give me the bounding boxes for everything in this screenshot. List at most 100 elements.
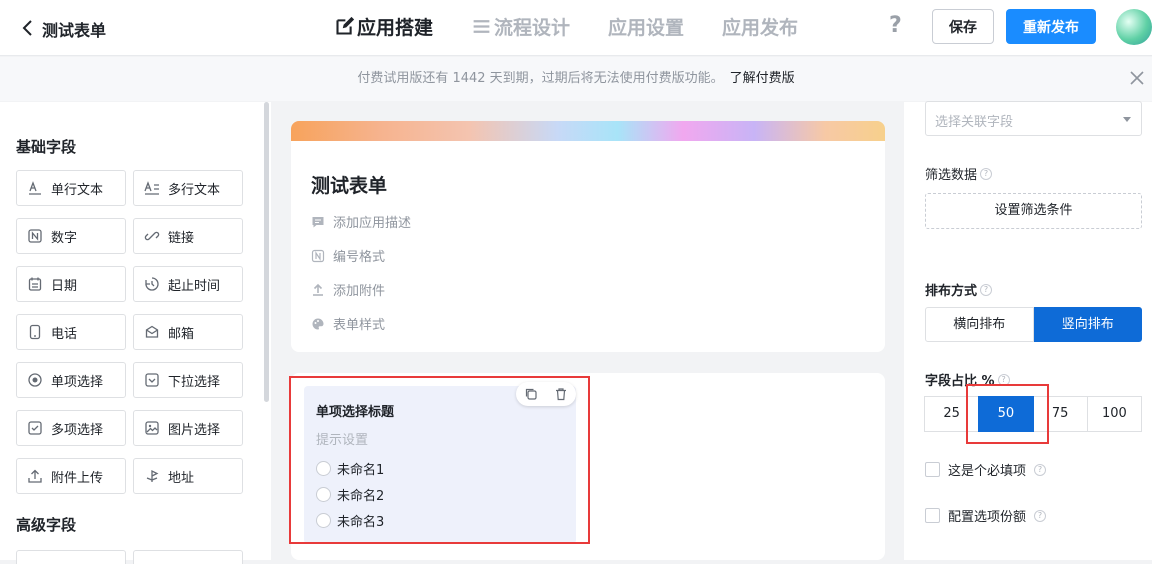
help-icon[interactable]: ? bbox=[1034, 509, 1047, 522]
upload-icon bbox=[28, 469, 42, 483]
field-single-line-text[interactable]: 单行文本 bbox=[16, 170, 126, 206]
main-tabs: 应用搭建 流程设计 应用设置 应用发布 bbox=[334, 13, 798, 40]
field-label: 附件上传 bbox=[51, 470, 104, 486]
field-label: 多项选择 bbox=[51, 422, 104, 438]
select-placeholder: 选择关联字段 bbox=[935, 115, 1014, 130]
multi-line-text-icon bbox=[144, 181, 159, 195]
layout-label: 排布方式? bbox=[925, 280, 993, 299]
ratio-option-50[interactable]: 50 bbox=[978, 396, 1034, 432]
option-label: 添加应用描述 bbox=[333, 216, 412, 231]
comment-icon bbox=[312, 216, 324, 227]
field-label: 邮箱 bbox=[168, 326, 195, 342]
field-label: 下拉选择 bbox=[168, 374, 221, 390]
filter-data-label: 筛选数据? bbox=[925, 164, 993, 183]
edit-icon bbox=[336, 16, 355, 35]
tab-app-settings[interactable]: 应用设置 bbox=[608, 13, 684, 40]
set-filter-button[interactable]: 设置筛选条件 bbox=[925, 193, 1142, 229]
tab-process-design[interactable]: 流程设计 bbox=[471, 13, 570, 40]
help-icon[interactable]: ? bbox=[980, 167, 993, 180]
field-link[interactable]: 链接 bbox=[133, 218, 243, 254]
app-title: 测试表单 bbox=[42, 21, 107, 40]
related-field-select[interactable]: 选择关联字段 bbox=[925, 101, 1142, 136]
upload-icon bbox=[313, 283, 323, 296]
time-range-icon bbox=[145, 277, 159, 291]
back-arrow-icon[interactable] bbox=[16, 16, 40, 40]
option-label: 表单样式 bbox=[333, 318, 386, 333]
field-image-choice[interactable]: 图片选择 bbox=[133, 410, 243, 446]
field-label: 起止时间 bbox=[168, 278, 221, 294]
field-email[interactable]: 邮箱 bbox=[133, 314, 243, 350]
field-single-choice[interactable]: 单项选择 bbox=[16, 362, 126, 398]
tab-app-build[interactable]: 应用搭建 bbox=[334, 13, 433, 40]
help-icon[interactable]: ? bbox=[980, 283, 993, 296]
label-text: 筛选数据 bbox=[925, 168, 978, 183]
sidebar-scrollbar[interactable] bbox=[264, 102, 269, 402]
add-description-option[interactable]: 添加应用描述 bbox=[311, 212, 411, 231]
field-date[interactable]: 日期 bbox=[16, 266, 126, 302]
tab-label: 应用发布 bbox=[722, 17, 799, 39]
help-icon[interactable]: ? bbox=[1034, 463, 1047, 476]
calendar-icon bbox=[28, 277, 42, 291]
chevron-down-icon bbox=[1123, 117, 1131, 122]
learn-paid-link[interactable]: 了解付费版 bbox=[730, 71, 795, 86]
layout-vertical-option[interactable]: 竖向排布 bbox=[1033, 307, 1142, 342]
link-icon bbox=[144, 231, 160, 241]
question-highlight-box bbox=[289, 376, 590, 544]
save-button[interactable]: 保存 bbox=[932, 9, 994, 44]
checkbox-label: 这是个必填项 bbox=[948, 464, 1027, 479]
advanced-field-item[interactable] bbox=[133, 550, 243, 564]
dropdown-icon bbox=[145, 373, 159, 387]
mail-icon bbox=[145, 325, 159, 338]
field-phone[interactable]: 电话 bbox=[16, 314, 126, 350]
advanced-fields-title: 高级字段 bbox=[16, 516, 77, 534]
palette-icon bbox=[312, 318, 324, 329]
form-banner bbox=[291, 121, 885, 141]
field-label: 数字 bbox=[51, 230, 78, 246]
avatar[interactable] bbox=[1116, 9, 1152, 45]
field-attachment[interactable]: 附件上传 bbox=[16, 458, 126, 494]
tab-label: 流程设计 bbox=[494, 17, 571, 39]
phone-icon bbox=[29, 324, 41, 340]
option-label: 编号格式 bbox=[333, 250, 386, 265]
field-label: 电话 bbox=[51, 326, 78, 342]
field-number[interactable]: 数字 bbox=[16, 218, 126, 254]
layout-toggle: 横向排布 竖向排布 bbox=[925, 307, 1142, 342]
trial-notice-text: 付费试用版还有 1442 天到期，过期后将无法使用付费版功能。 bbox=[357, 71, 724, 86]
form-title[interactable]: 测试表单 bbox=[311, 171, 387, 198]
form-style-option[interactable]: 表单样式 bbox=[311, 314, 385, 333]
field-address[interactable]: 地址 bbox=[133, 458, 243, 494]
basic-field-list: 单行文本 多行文本 数字 链接 日期 起止时间 电话 邮箱 单项选择 下拉选择 … bbox=[16, 170, 243, 494]
field-label: 日期 bbox=[51, 278, 78, 294]
required-checkbox[interactable]: 这是个必填项 ? bbox=[925, 460, 1047, 479]
close-icon[interactable] bbox=[1128, 69, 1146, 87]
number-format-icon bbox=[311, 249, 325, 262]
field-label: 单项选择 bbox=[51, 374, 104, 390]
form-header-card: 测试表单 添加应用描述 编号格式 添加附件 表单样式 bbox=[291, 141, 885, 352]
checkbox-box[interactable] bbox=[925, 508, 940, 523]
basic-fields-title: 基础字段 bbox=[16, 138, 77, 156]
field-label: 图片选择 bbox=[168, 422, 221, 438]
option-quota-checkbox[interactable]: 配置选项份额 ? bbox=[925, 506, 1047, 525]
trial-notice-bar: 付费试用版还有 1442 天到期，过期后将无法使用付费版功能。 了解付费版 bbox=[0, 57, 1152, 101]
tab-label: 应用搭建 bbox=[357, 17, 434, 39]
number-format-option[interactable]: 编号格式 bbox=[311, 246, 385, 265]
checkbox-icon bbox=[28, 421, 42, 435]
field-multi-choice[interactable]: 多项选择 bbox=[16, 410, 126, 446]
image-icon bbox=[145, 421, 159, 435]
tab-label: 应用设置 bbox=[608, 17, 685, 39]
layout-horizontal-option[interactable]: 横向排布 bbox=[925, 307, 1034, 342]
checkbox-box[interactable] bbox=[925, 462, 940, 477]
field-label: 链接 bbox=[168, 230, 195, 246]
top-bar: 测试表单 应用搭建 流程设计 应用设置 应用发布 ? 保存 重新发布 bbox=[0, 0, 1152, 56]
help-icon[interactable]: ? bbox=[889, 13, 902, 38]
field-multi-line-text[interactable]: 多行文本 bbox=[133, 170, 243, 206]
add-attachment-option[interactable]: 添加附件 bbox=[311, 280, 385, 299]
advanced-field-item[interactable] bbox=[16, 550, 126, 564]
field-dropdown[interactable]: 下拉选择 bbox=[133, 362, 243, 398]
tab-app-publish[interactable]: 应用发布 bbox=[722, 13, 798, 40]
radio-icon bbox=[28, 373, 42, 387]
republish-button[interactable]: 重新发布 bbox=[1006, 9, 1096, 44]
field-time-range[interactable]: 起止时间 bbox=[133, 266, 243, 302]
checkbox-label: 配置选项份额 bbox=[948, 510, 1027, 525]
ratio-option-100[interactable]: 100 bbox=[1086, 396, 1142, 432]
